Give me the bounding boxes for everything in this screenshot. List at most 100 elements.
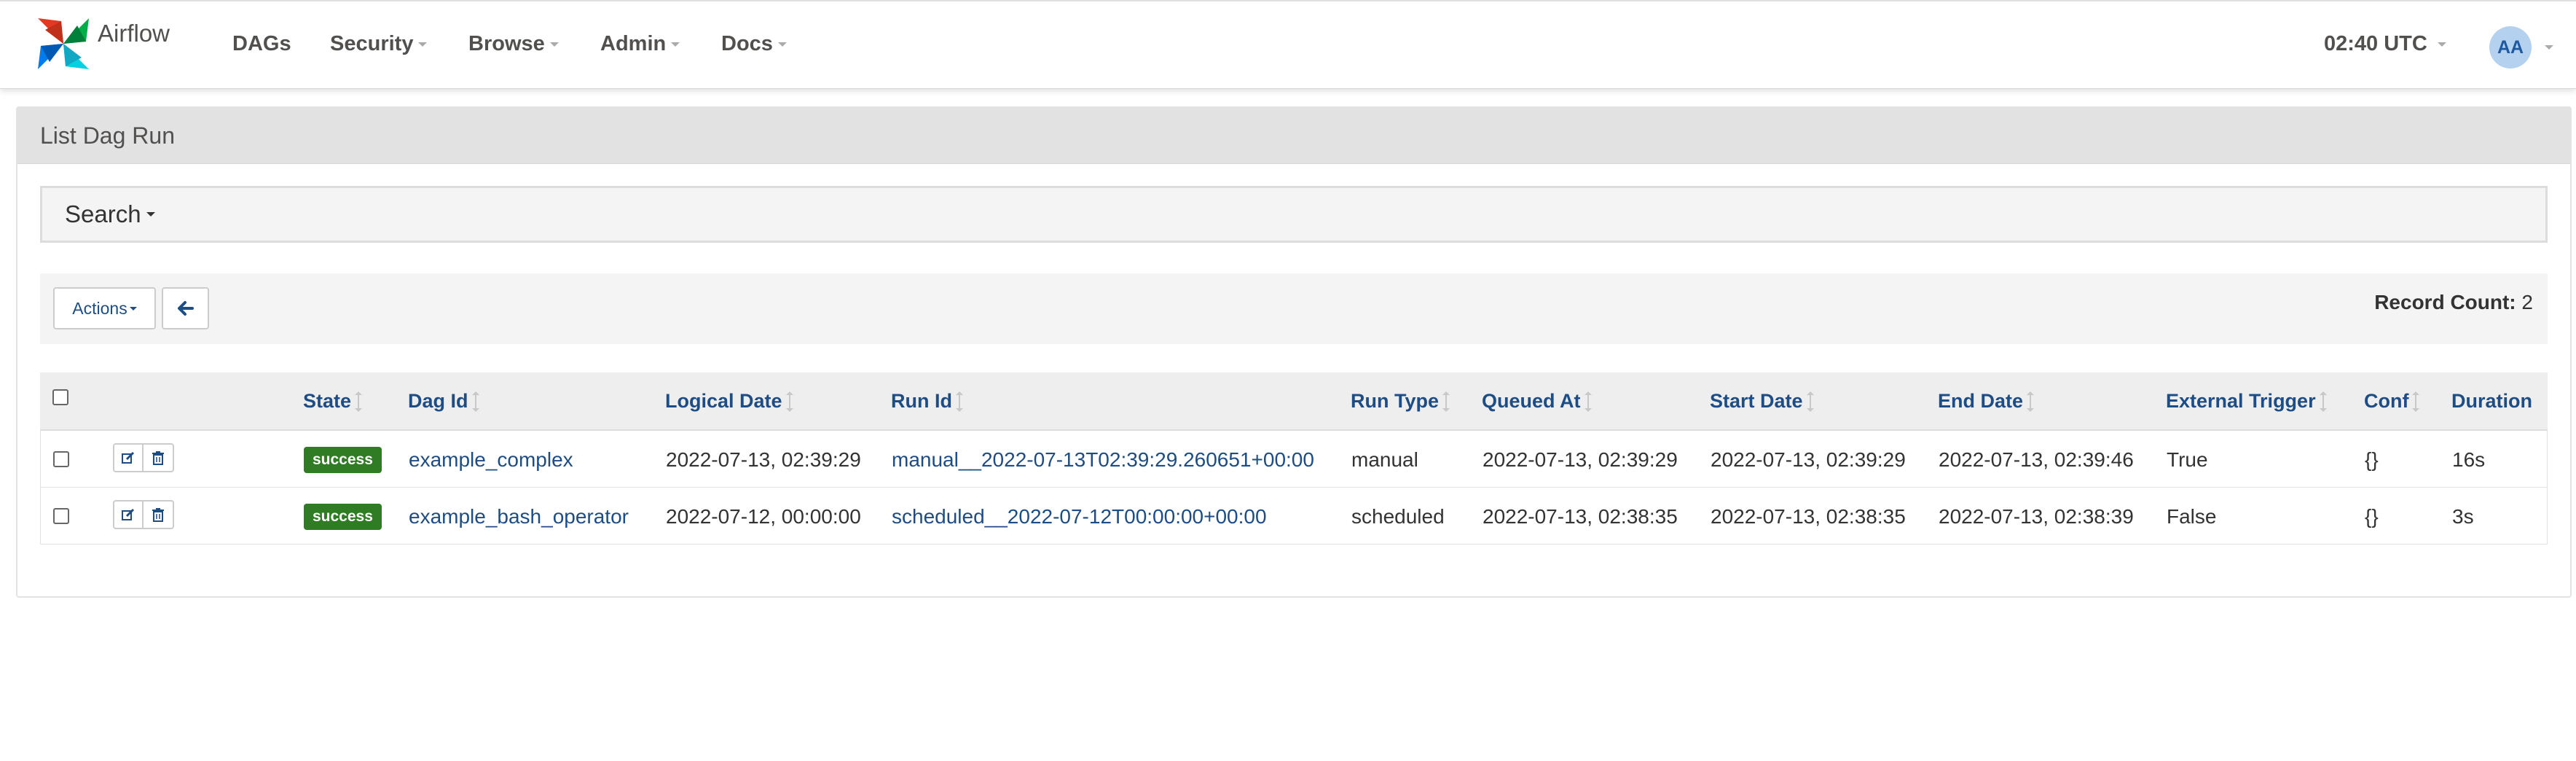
column-run-type[interactable]: Run Type [1351,390,1450,413]
column-label: Conf [2364,390,2409,412]
column-end-date[interactable]: End Date [1938,390,2035,413]
edit-record-button[interactable] [113,500,144,529]
queued-at-cell: 2022-07-13, 02:38:35 [1483,505,1678,528]
column-conf[interactable]: Conf [2364,390,2420,413]
nav-security[interactable]: Security [330,32,428,56]
clock-label: 02:40 UTC [2324,32,2427,55]
edit-record-button[interactable] [113,443,144,472]
panel-heading: List Dag Run [17,108,2570,164]
sort-icon [2412,391,2420,412]
nav-dags-label: DAGs [232,32,291,55]
actions-dropdown-button[interactable]: Actions [53,287,156,329]
end-date-cell: 2022-07-13, 02:38:39 [1939,505,2134,528]
record-count: Record Count: 2 [2374,291,2533,314]
chevron-down-icon [418,42,428,47]
page-title: List Dag Run [40,122,175,149]
column-logical-date[interactable]: Logical Date [665,390,793,413]
sort-icon [1442,391,1450,412]
edit-icon [122,451,135,464]
sort-icon [2319,391,2327,412]
edit-icon [122,508,135,520]
row-checkbox[interactable] [53,508,69,524]
sort-icon [1806,391,1814,412]
user-avatar[interactable]: AA [2489,26,2532,69]
chevron-down-icon [146,212,155,216]
table-header: State Dag Id Logical Date Run Id Run Typ… [40,372,2548,431]
column-label: Run Id [891,390,952,412]
actions-bar: Actions Record Count: 2 [40,273,2548,344]
conf-cell: {} [2365,505,2379,528]
nav-security-label: Security [330,32,414,55]
status-badge: success [304,447,382,473]
chevron-down-icon [671,42,680,47]
top-navbar: Airflow DAGs Security Browse Admin Docs … [0,0,2576,89]
column-queued-at[interactable]: Queued At [1482,390,1592,413]
search-label: Search [65,200,141,227]
chevron-down-icon [549,42,559,47]
user-initials: AA [2497,36,2524,58]
run-id-link[interactable]: scheduled__2022-07-12T00:00:00+00:00 [892,505,1267,528]
clock-dropdown[interactable]: 02:40 UTC [2324,32,2446,56]
column-label: External Trigger [2166,390,2316,412]
back-button[interactable] [162,287,209,329]
sort-icon [2027,391,2035,412]
column-label: Duration [2451,390,2532,412]
dag-id-link[interactable]: example_bash_operator [409,505,629,528]
sort-icon [1584,391,1592,412]
pinwheel-icon [38,18,89,69]
brand-name: Airflow [98,20,170,47]
nav-dags[interactable]: DAGs [232,32,291,56]
chevron-down-icon[interactable] [2545,45,2553,50]
nav-docs[interactable]: Docs [721,32,787,56]
table-row: success example_bash_operator 2022-07-12… [40,488,2548,545]
sort-icon [355,391,363,412]
actions-label: Actions [72,298,127,318]
trash-icon [152,508,164,522]
chevron-down-icon [777,42,787,47]
column-label: State [303,390,352,412]
sort-icon [785,391,793,412]
logical-date-cell: 2022-07-13, 02:39:29 [666,448,861,471]
start-date-cell: 2022-07-13, 02:39:29 [1711,448,1906,471]
chevron-down-icon [129,306,137,311]
delete-record-button[interactable] [144,500,174,529]
queued-at-cell: 2022-07-13, 02:39:29 [1483,448,1678,471]
column-label: Start Date [1710,390,1803,412]
column-label: Queued At [1482,390,1581,412]
record-count-value: 2 [2521,291,2533,313]
nav-admin[interactable]: Admin [600,32,680,56]
dag-id-link[interactable]: example_complex [409,448,573,472]
column-label: Run Type [1351,390,1439,412]
row-action-buttons [113,443,174,472]
sort-icon [471,391,479,412]
column-dag-id[interactable]: Dag Id [408,390,479,413]
airflow-logo[interactable]: Airflow [35,15,170,73]
logical-date-cell: 2022-07-12, 00:00:00 [666,505,861,528]
sort-icon [955,391,963,412]
delete-record-button[interactable] [144,443,174,472]
run-type-cell: manual [1351,448,1418,471]
column-state[interactable]: State [303,390,363,413]
end-date-cell: 2022-07-13, 02:39:46 [1939,448,2134,471]
external-trigger-cell: False [2167,505,2217,528]
row-checkbox[interactable] [53,451,69,467]
column-duration[interactable]: Duration [2451,390,2532,413]
status-badge: success [304,504,382,530]
nav-admin-label: Admin [600,32,667,55]
run-id-link[interactable]: manual__2022-07-13T02:39:29.260651+00:00 [892,448,1314,472]
column-label: End Date [1938,390,2024,412]
column-run-id[interactable]: Run Id [891,390,963,413]
column-label: Logical Date [665,390,782,412]
column-external-trigger[interactable]: External Trigger [2166,390,2327,413]
external-trigger-cell: True [2167,448,2208,471]
row-action-buttons [113,500,174,529]
chevron-down-icon [2437,42,2446,47]
list-panel: List Dag Run Search Actions Record Count… [16,106,2572,598]
nav-docs-label: Docs [721,32,773,55]
search-toggle[interactable]: Search [40,186,2548,243]
nav-browse[interactable]: Browse [468,32,559,56]
duration-cell: 16s [2452,448,2486,471]
conf-cell: {} [2365,448,2379,471]
column-start-date[interactable]: Start Date [1710,390,1814,413]
select-all-checkbox[interactable] [52,389,68,405]
